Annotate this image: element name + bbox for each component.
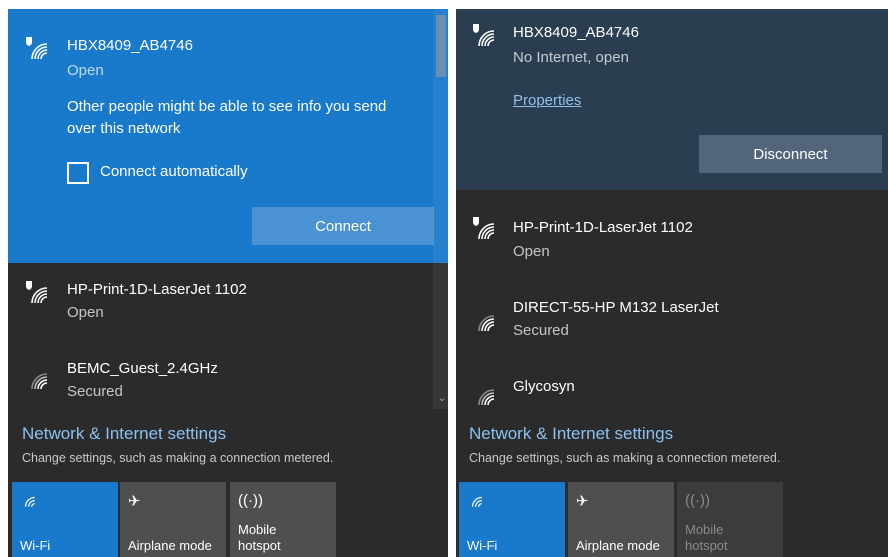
auto-connect-label: Connect automatically — [100, 163, 248, 180]
tile-label: Wi-Fi — [467, 538, 498, 553]
network-status: Secured — [67, 383, 123, 400]
wifi-shield-icon — [23, 35, 49, 61]
network-status: Open — [67, 304, 104, 321]
wifi-shield-icon — [470, 215, 496, 241]
mobile-hotspot-tile[interactable]: ((·)) Mobile hotspot — [677, 482, 783, 557]
wifi-icon — [20, 492, 36, 512]
airplane-icon: ✈ — [128, 493, 141, 510]
network-ssid: DIRECT-55-HP M132 LaserJet — [513, 299, 719, 316]
network-ssid: HBX8409_AB4746 — [513, 24, 639, 41]
connected-network-card[interactable]: HBX8409_AB4746 No Internet, open Propert… — [456, 9, 888, 190]
properties-link[interactable]: Properties — [513, 92, 581, 109]
tile-label: Airplane mode — [576, 538, 660, 553]
mobile-hotspot-tile[interactable]: ((·)) Mobile hotspot — [230, 482, 336, 557]
network-ssid: HP-Print-1D-LaserJet 1102 — [67, 281, 247, 298]
network-settings-subtitle: Change settings, such as making a connec… — [469, 451, 781, 465]
wifi-tile[interactable]: Wi-Fi — [12, 482, 118, 557]
network-status: Open — [67, 62, 104, 79]
wifi-icon — [23, 365, 49, 391]
network-ssid: BEMC_Guest_2.4GHz — [67, 360, 218, 377]
hotspot-icon: ((·)) — [685, 492, 710, 509]
network-status: No Internet, open — [513, 49, 629, 66]
tile-label: Mobile hotspot — [685, 522, 728, 553]
wifi-icon — [470, 307, 496, 333]
connect-button[interactable]: Connect — [252, 207, 434, 245]
security-warning: Other people might be able to see info y… — [67, 98, 387, 137]
airplane-mode-tile[interactable]: ✈ Airplane mode — [568, 482, 674, 557]
wifi-icon — [467, 492, 483, 512]
network-ssid: HP-Print-1D-LaserJet 1102 — [513, 219, 693, 236]
network-ssid: HBX8409_AB4746 — [67, 37, 193, 54]
airplane-icon: ✈ — [576, 493, 589, 510]
disconnect-button[interactable]: Disconnect — [699, 135, 882, 173]
wifi-tile[interactable]: Wi-Fi — [459, 482, 565, 557]
hotspot-icon: ((·)) — [238, 492, 263, 509]
network-settings-subtitle: Change settings, such as making a connec… — [22, 451, 334, 465]
network-settings-link[interactable]: Network & Internet settings — [469, 424, 673, 444]
network-ssid: Glycosyn — [513, 378, 575, 395]
scrollbar-thumb[interactable] — [436, 15, 446, 77]
wifi-shield-icon — [470, 22, 496, 48]
tile-label: Airplane mode — [128, 538, 212, 553]
network-status: Open — [513, 243, 550, 260]
wifi-icon — [470, 381, 496, 407]
wifi-flyout-left: HBX8409_AB4746 Open Other people might b… — [8, 9, 448, 557]
network-settings-link[interactable]: Network & Internet settings — [22, 424, 226, 444]
airplane-mode-tile[interactable]: ✈ Airplane mode — [120, 482, 226, 557]
selected-network-card[interactable]: HBX8409_AB4746 Open Other people might b… — [8, 9, 448, 263]
tile-label: Mobile hotspot — [238, 522, 281, 553]
wifi-flyout-right: HBX8409_AB4746 No Internet, open Propert… — [456, 9, 888, 557]
wifi-shield-icon — [23, 279, 49, 305]
network-status: Secured — [513, 322, 569, 339]
scroll-down-icon[interactable]: ⌄ — [438, 393, 446, 404]
auto-connect-checkbox[interactable] — [67, 162, 89, 184]
tile-label: Wi-Fi — [20, 538, 51, 553]
